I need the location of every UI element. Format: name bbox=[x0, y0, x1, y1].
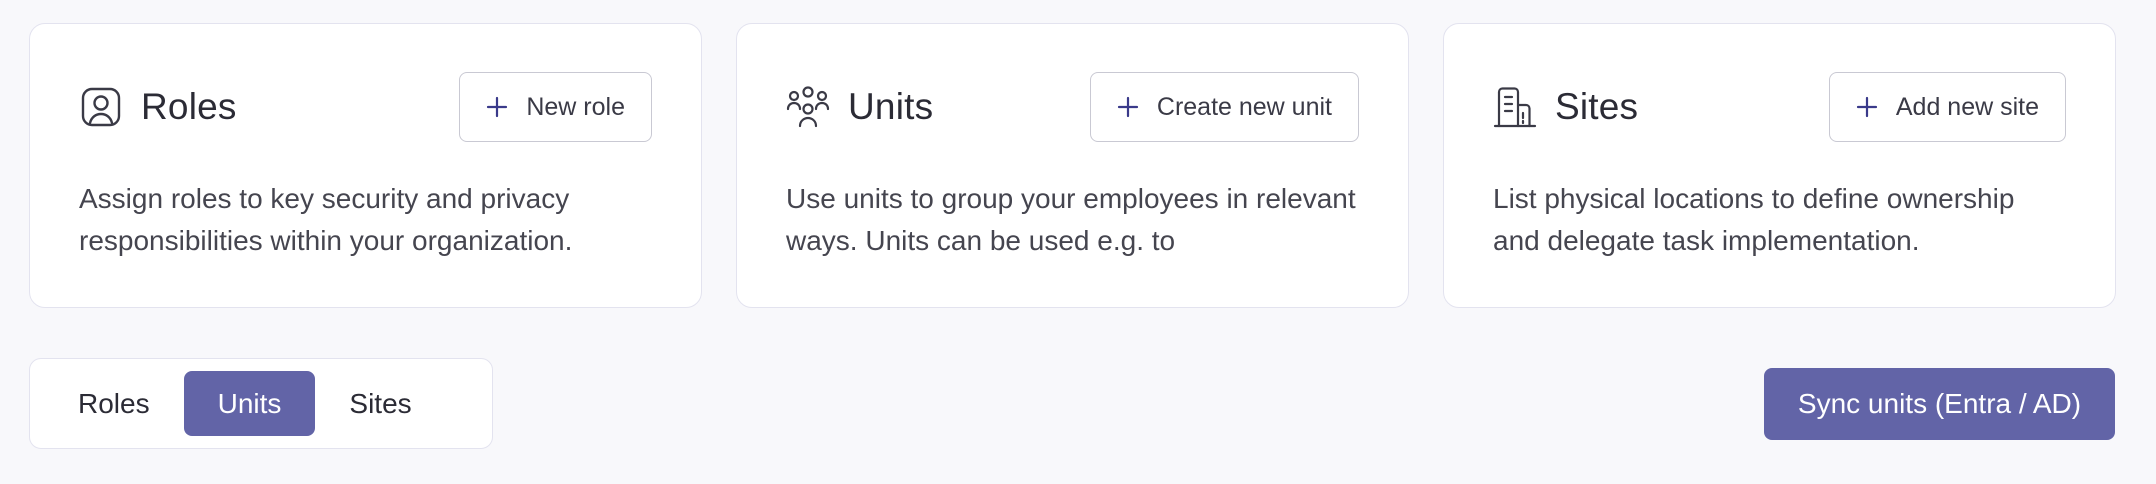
roles-card-description: Assign roles to key security and privacy… bbox=[79, 183, 573, 256]
tab-units[interactable]: Units bbox=[183, 371, 316, 436]
sites-card-title: Sites bbox=[1555, 86, 1639, 127]
sites-title-group: Sites bbox=[1493, 85, 1638, 129]
roles-card: Roles New role Assign roles to key secur… bbox=[29, 23, 702, 308]
roles-card-title: Roles bbox=[141, 86, 237, 127]
add-new-site-button[interactable]: Add new site bbox=[1828, 72, 2066, 142]
units-card: Units Create new unit Use units to group… bbox=[736, 23, 1409, 308]
new-role-button[interactable]: New role bbox=[459, 72, 652, 142]
building-icon bbox=[1493, 85, 1537, 129]
overview-cards: Roles New role Assign roles to key secur… bbox=[29, 23, 2116, 308]
units-card-title: Units bbox=[848, 86, 934, 127]
plus-icon bbox=[487, 96, 508, 118]
sites-card-header: Sites Add new site bbox=[1493, 72, 2066, 142]
sites-card-description: List physical locations to define owners… bbox=[1493, 183, 2015, 256]
tab-roles[interactable]: Roles bbox=[44, 371, 184, 436]
create-new-unit-button-label: Create new unit bbox=[1156, 92, 1332, 121]
sync-units-button[interactable]: Sync units (Entra / AD) bbox=[1764, 368, 2115, 440]
view-tabs: Roles Units Sites bbox=[29, 358, 493, 449]
create-new-unit-button[interactable]: Create new unit bbox=[1089, 72, 1359, 142]
units-card-description: Use units to group your employees in rel… bbox=[786, 183, 1356, 256]
people-group-icon bbox=[786, 85, 830, 129]
roles-title-group: Roles bbox=[79, 85, 237, 129]
units-card-header: Units Create new unit bbox=[786, 72, 1359, 142]
plus-icon bbox=[1117, 96, 1138, 118]
tab-sites[interactable]: Sites bbox=[315, 371, 445, 436]
units-title-group: Units bbox=[786, 85, 933, 129]
sites-card: Sites Add new site List physical locatio… bbox=[1443, 23, 2116, 308]
roles-card-header: Roles New role bbox=[79, 72, 652, 142]
plus-icon bbox=[1856, 96, 1877, 118]
add-new-site-button-label: Add new site bbox=[1895, 92, 2039, 121]
new-role-button-label: New role bbox=[526, 92, 625, 121]
user-badge-icon bbox=[79, 85, 123, 129]
